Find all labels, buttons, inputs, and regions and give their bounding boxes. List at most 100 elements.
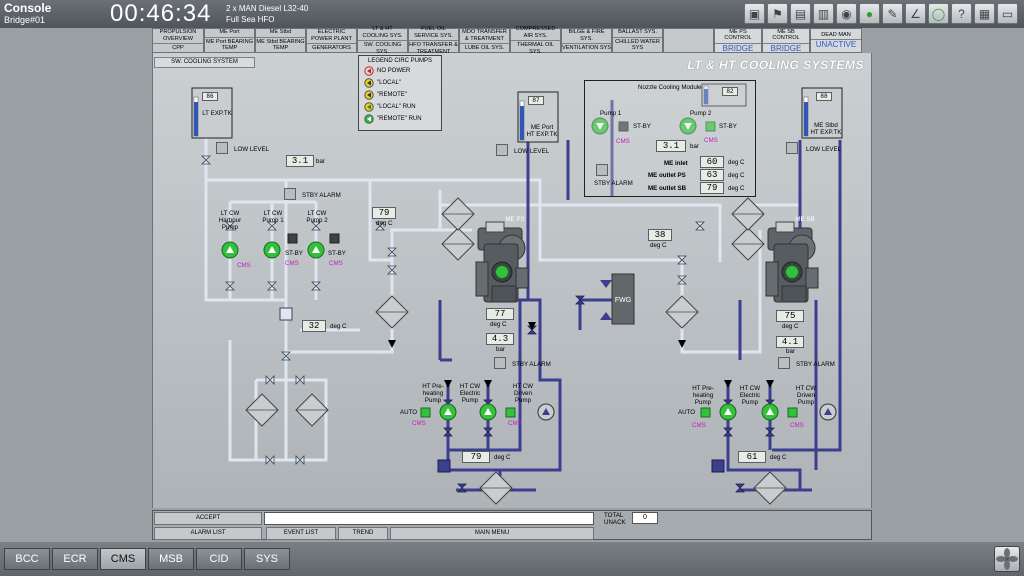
unack-label: UNACK <box>604 519 626 526</box>
sb-electric-cms: CMS <box>790 422 804 429</box>
legend-item: "REMOTE" RUN <box>364 114 441 124</box>
nozzle-pump2-state: ST-BY <box>719 123 737 130</box>
ps-ht-tank-level-readout: 87 <box>528 96 544 105</box>
sb-stby-alarm-checkbox[interactable] <box>778 357 790 369</box>
sb-preheat-cms: CMS <box>692 422 706 429</box>
sb-low-level-label: LOW LEVEL <box>806 146 842 153</box>
ps-stby-alarm-label: STBY ALARM <box>512 361 551 368</box>
nozzle-pump2-cms: CMS <box>704 137 718 144</box>
nozzle-pressure-readout: 3.1 <box>656 140 686 152</box>
me-sb-engine <box>765 221 819 303</box>
lt-pump2-state: ST-BY <box>328 250 346 257</box>
legend-title: LEGEND CIRC PUMPS <box>367 58 432 64</box>
legend-item: "LOCAL" RUN <box>364 102 441 112</box>
ht-valve <box>723 427 733 437</box>
alarm-message-field <box>264 512 594 525</box>
accept-button[interactable]: ACCEPT <box>154 512 262 525</box>
ps-auto-label: AUTO <box>400 409 418 416</box>
ps-lt-cooler <box>375 295 409 329</box>
ps-temp-out-unit: deg C <box>490 321 507 328</box>
sb-temp-out-unit: deg C <box>782 323 799 330</box>
lt-valve <box>225 281 235 291</box>
legend-item: "REMOTE" <box>364 90 441 100</box>
sb-ht-exp-tank-level <box>804 102 808 136</box>
lt-mixing-valve <box>279 307 293 321</box>
me-sb-label: ME SB <box>795 216 815 223</box>
lt-pump1-state: ST-BY <box>285 250 303 257</box>
piping-diagram <box>191 83 843 505</box>
lt-central-cooler-1 <box>245 393 279 427</box>
lt-valve <box>295 375 305 385</box>
nozzle-pump1-state: ST-BY <box>633 123 651 130</box>
ps-low-level-checkbox[interactable] <box>496 144 508 156</box>
lt-pump1-cms: CMS <box>285 260 299 267</box>
lt-pressure-readout: 3.1 <box>286 155 314 167</box>
ps-ht-cooler <box>479 471 513 505</box>
nozzle-pump2-label: Pump 2 <box>690 110 712 117</box>
sb-low-level-checkbox[interactable] <box>786 142 798 154</box>
circ-pump-legend: LEGEND CIRC PUMPS NO POWER "LOCAL" "REMO… <box>358 55 442 131</box>
tab-ecr[interactable]: ECR <box>52 548 98 570</box>
lt-valve <box>201 155 211 165</box>
total-label: TOTAL <box>604 512 624 519</box>
me-inlet-unit: deg C <box>728 159 745 166</box>
me-outlet-ps-label: ME outlet PS <box>648 172 686 179</box>
unack-count: 0 <box>632 512 658 524</box>
ps-pressure-unit: bar <box>496 346 505 353</box>
ps-pressure-readout: 4.3 <box>486 333 514 345</box>
lt-central-cooler-2 <box>295 393 329 427</box>
nozzle-stby-alarm-label: STBY ALARM <box>594 180 633 187</box>
tab-bcc[interactable]: BCC <box>4 548 50 570</box>
pump-remote-run-icon <box>364 114 374 124</box>
sb-ht-tank-label: ME Stbd HT EXP.TK <box>810 122 842 136</box>
tab-cms[interactable]: CMS <box>100 548 146 570</box>
lt-valve <box>387 265 397 275</box>
sb-temp-bottom-readout: 61 <box>738 451 766 463</box>
lt-valve <box>695 221 705 231</box>
ps-electric-pump-label: HT CW Electric Pump <box>459 383 481 404</box>
sb-electric-pump-label: HT CW Electric Pump <box>739 385 761 406</box>
lt-pump2-cms: CMS <box>329 260 343 267</box>
sb-ht-tank-level-readout: 88 <box>816 92 832 101</box>
ps-electric-cms: CMS <box>508 420 522 427</box>
tab-cid[interactable]: CID <box>196 548 242 570</box>
nozzle-stby-alarm-checkbox[interactable] <box>596 164 608 176</box>
ps-charge-air-cooler <box>441 227 475 261</box>
ps-low-level-label: LOW LEVEL <box>514 148 550 155</box>
alarm-list-button[interactable]: ALARM LIST <box>154 527 262 540</box>
lt-valve <box>677 275 687 285</box>
legend-item: "LOCAL" <box>364 78 441 88</box>
me-outlet-sb-unit: deg C <box>728 185 745 192</box>
ps-preheat-pump-label: HT Pre-heating Pump <box>422 383 444 404</box>
lt-pump2-label: LT CW Pump 2 <box>306 210 328 224</box>
lt-valve <box>265 375 275 385</box>
main-menu-button[interactable]: MAIN MENU <box>390 527 594 540</box>
lt-pressure-unit: bar <box>316 158 325 165</box>
sb-lo-cooler <box>731 197 765 231</box>
ps-ht-exp-tank-level <box>520 106 524 140</box>
me-inlet-readout: 60 <box>700 156 724 168</box>
lt-low-level-checkbox[interactable] <box>216 142 228 154</box>
ps-preheat-cms: CMS <box>412 420 426 427</box>
lt-stby-alarm-checkbox[interactable] <box>284 188 296 200</box>
nozzle-pressure-unit: bar <box>690 143 699 150</box>
fan-icon[interactable] <box>994 546 1020 572</box>
tab-msb[interactable]: MSB <box>148 548 194 570</box>
ht-valve <box>457 483 467 493</box>
ps-temp-bottom-unit: deg C <box>494 454 511 461</box>
ps-stby-alarm-checkbox[interactable] <box>494 357 506 369</box>
ps-temp-out-readout: 77 <box>486 308 514 320</box>
tab-sys[interactable]: SYS <box>244 548 290 570</box>
me-outlet-ps-unit: deg C <box>728 172 745 179</box>
sb-preheat-pump-label: HT Pre-heating Pump <box>692 385 714 406</box>
sb-driven-pump-label: HT CW Driven Pump <box>795 385 817 406</box>
trend-button[interactable]: TREND <box>338 527 388 540</box>
lt-harbour-cms: CMS <box>237 262 251 269</box>
event-list-button[interactable]: EVENT LIST <box>266 527 336 540</box>
lt-valve <box>265 455 275 465</box>
me-inlet-label: ME inlet <box>664 160 688 167</box>
lt-harbour-pump-label: LT CW Harbour Pump <box>218 210 242 231</box>
ht-valve <box>483 427 493 437</box>
ps-temp-bottom-readout: 79 <box>462 451 490 463</box>
ht-valve <box>735 483 745 493</box>
